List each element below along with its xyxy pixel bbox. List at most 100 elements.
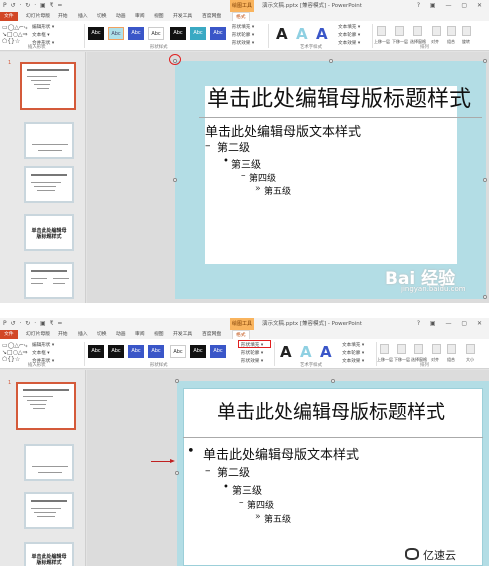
resize-handle[interactable] <box>329 59 333 63</box>
tab-home[interactable]: 开始 <box>58 330 68 339</box>
send-backward-button[interactable]: 下移一层 <box>392 39 408 45</box>
rotate-icon[interactable] <box>462 26 471 36</box>
style-swatch-2[interactable]: Abc <box>108 27 124 40</box>
tab-file[interactable]: 文件 <box>0 330 18 339</box>
thumbnail-layout-2[interactable] <box>24 492 74 529</box>
slide-title-placeholder[interactable]: 单击此处编辑母版标题样式 <box>217 397 445 424</box>
text-outline-button[interactable]: 文本轮廓 ▾ <box>338 32 360 38</box>
tab-insert[interactable]: 插入 <box>78 330 88 339</box>
tab-transitions[interactable]: 切换 <box>97 330 107 339</box>
body-level-3[interactable]: 第三级 <box>231 156 261 171</box>
tab-baidu-netdisk[interactable]: 百度网盘 <box>202 12 221 21</box>
text-outline-button[interactable]: 文本轮廓 ▾ <box>342 350 364 356</box>
thumbnail-pane[interactable]: 1 单击此处编辑母版标题样式 <box>0 370 86 566</box>
text-fill-button[interactable]: 文本填充 ▾ <box>342 342 364 348</box>
tab-animations[interactable]: 动画 <box>116 330 126 339</box>
tab-format[interactable]: 格式 <box>232 330 250 339</box>
style-swatch-3[interactable]: Abc <box>128 27 144 40</box>
tab-animations[interactable]: 动画 <box>116 12 126 21</box>
style-swatch-6[interactable]: Abc <box>190 345 206 358</box>
resize-handle[interactable] <box>173 178 177 182</box>
body-level-1[interactable]: 单击此处编辑母版文本样式 <box>203 444 359 463</box>
align-icon[interactable] <box>432 26 441 36</box>
tab-file[interactable]: 文件 <box>0 12 18 21</box>
slide-master[interactable]: 单击此处编辑母版标题样式 单击此处编辑母版文本样式 – 第二级 • 第三级 – … <box>169 54 487 299</box>
window-controls[interactable]: ? ▣ — ▢ ✕ <box>417 318 486 330</box>
slide-master[interactable]: 单击此处编辑母版标题样式 • 单击此处编辑母版文本样式 – 第二级 • 第三级 … <box>175 379 489 566</box>
tab-view[interactable]: 视图 <box>154 330 164 339</box>
tab-review[interactable]: 审阅 <box>135 330 145 339</box>
window-controls[interactable]: ? ▣ — ▢ ✕ <box>417 0 486 12</box>
wordart-style-1[interactable]: A <box>276 25 288 43</box>
tab-review[interactable]: 审阅 <box>135 12 145 21</box>
text-box-button[interactable]: 文本框 ▾ <box>32 350 50 356</box>
resize-handle[interactable] <box>175 471 179 475</box>
size-icon[interactable] <box>466 344 475 354</box>
resize-handle[interactable] <box>175 379 179 383</box>
body-level-5[interactable]: 第五级 <box>264 512 291 525</box>
wordart-style-3[interactable]: A <box>316 25 328 43</box>
group-icon[interactable] <box>447 344 456 354</box>
shape-outline-button[interactable]: 形状轮廓 ▾ <box>232 32 254 38</box>
align-button[interactable]: 对齐 <box>431 39 439 45</box>
slide-editing-area[interactable]: 单击此处编辑母版标题样式 • 单击此处编辑母版文本样式 – 第二级 • 第三级 … <box>87 370 489 566</box>
quick-access-toolbar[interactable]: P ↺ · ↻ · ▣ ₹ = <box>3 318 63 330</box>
wordart-style-1[interactable]: A <box>280 343 292 361</box>
align-button[interactable]: 对齐 <box>431 357 439 363</box>
thumbnail-master[interactable] <box>20 62 76 110</box>
body-level-4[interactable]: 第四级 <box>247 498 274 511</box>
style-swatch-7[interactable]: Abc <box>210 27 226 40</box>
body-level-1[interactable]: 单击此处编辑母版文本样式 <box>205 121 361 140</box>
tab-view[interactable]: 视图 <box>154 12 164 21</box>
body-level-2[interactable]: 第二级 <box>217 139 250 155</box>
tab-format[interactable]: 格式 <box>232 12 250 21</box>
size-button[interactable]: 大小 <box>466 357 474 363</box>
tab-home[interactable]: 开始 <box>58 12 68 21</box>
text-effects-button[interactable]: 文本效果 ▾ <box>342 358 364 364</box>
style-swatch-1[interactable]: Abc <box>88 27 104 40</box>
style-swatch-2[interactable]: Abc <box>108 345 124 358</box>
resize-handle[interactable] <box>483 59 487 63</box>
send-backward-icon[interactable] <box>397 344 406 354</box>
tab-slide-master[interactable]: 幻灯片母版 <box>26 330 50 339</box>
thumbnail-layout-1[interactable] <box>24 444 74 481</box>
tab-insert[interactable]: 插入 <box>78 12 88 21</box>
wordart-style-2[interactable]: A <box>300 343 312 361</box>
group-icon[interactable] <box>447 26 456 36</box>
selection-pane-icon[interactable] <box>414 344 423 354</box>
style-swatch-4[interactable]: Abc <box>148 345 164 358</box>
resize-handle[interactable] <box>483 295 487 299</box>
selection-pane-icon[interactable] <box>413 26 422 36</box>
send-backward-icon[interactable] <box>395 26 404 36</box>
slide-editing-area[interactable]: 单击此处编辑母版标题样式 单击此处编辑母版文本样式 – 第二级 • 第三级 – … <box>87 52 489 303</box>
edit-shape-button[interactable]: 编辑形状 ▾ <box>32 24 54 30</box>
rotate-button[interactable]: 旋转 <box>462 39 470 45</box>
send-backward-button[interactable]: 下移一层 <box>394 357 410 363</box>
thumbnail-layout-3[interactable]: 单击此处编辑母版标题样式 <box>24 214 74 251</box>
thumbnail-layout-1[interactable] <box>24 122 74 159</box>
style-swatch-5[interactable]: Abc <box>170 27 186 40</box>
body-level-3[interactable]: 第三级 <box>232 482 262 497</box>
thumbnail-layout-4[interactable] <box>24 262 74 299</box>
text-fill-button[interactable]: 文本填充 ▾ <box>338 24 360 30</box>
shape-effects-button[interactable]: 形状效果 ▾ <box>241 358 263 364</box>
bring-forward-button[interactable]: 上移一层 <box>374 39 390 45</box>
thumbnail-master[interactable] <box>16 382 76 430</box>
thumbnail-layout-3[interactable]: 单击此处编辑母版标题样式 <box>24 542 74 566</box>
body-level-2[interactable]: 第二级 <box>217 464 250 480</box>
group-button[interactable]: 组合 <box>447 357 455 363</box>
bring-forward-icon[interactable] <box>380 344 389 354</box>
tab-slide-master[interactable]: 幻灯片母版 <box>26 12 50 21</box>
style-swatch-7[interactable]: Abc <box>210 345 226 358</box>
slide-title-placeholder[interactable]: 单击此处编辑母版标题样式 <box>207 81 471 113</box>
align-icon[interactable] <box>432 344 441 354</box>
edit-shape-button[interactable]: 编辑形状 ▾ <box>32 342 54 348</box>
shape-effects-button[interactable]: 形状效果 ▾ <box>232 40 254 46</box>
shape-outline-button[interactable]: 形状轮廓 ▾ <box>241 350 263 356</box>
thumbnail-layout-2[interactable] <box>24 166 74 203</box>
body-level-5[interactable]: 第五级 <box>264 184 291 197</box>
bring-forward-icon[interactable] <box>377 26 386 36</box>
resize-handle[interactable] <box>331 379 335 383</box>
style-swatch-1[interactable]: Abc <box>88 345 104 358</box>
shape-fill-button[interactable]: 形状填充 ▾ <box>232 24 254 30</box>
